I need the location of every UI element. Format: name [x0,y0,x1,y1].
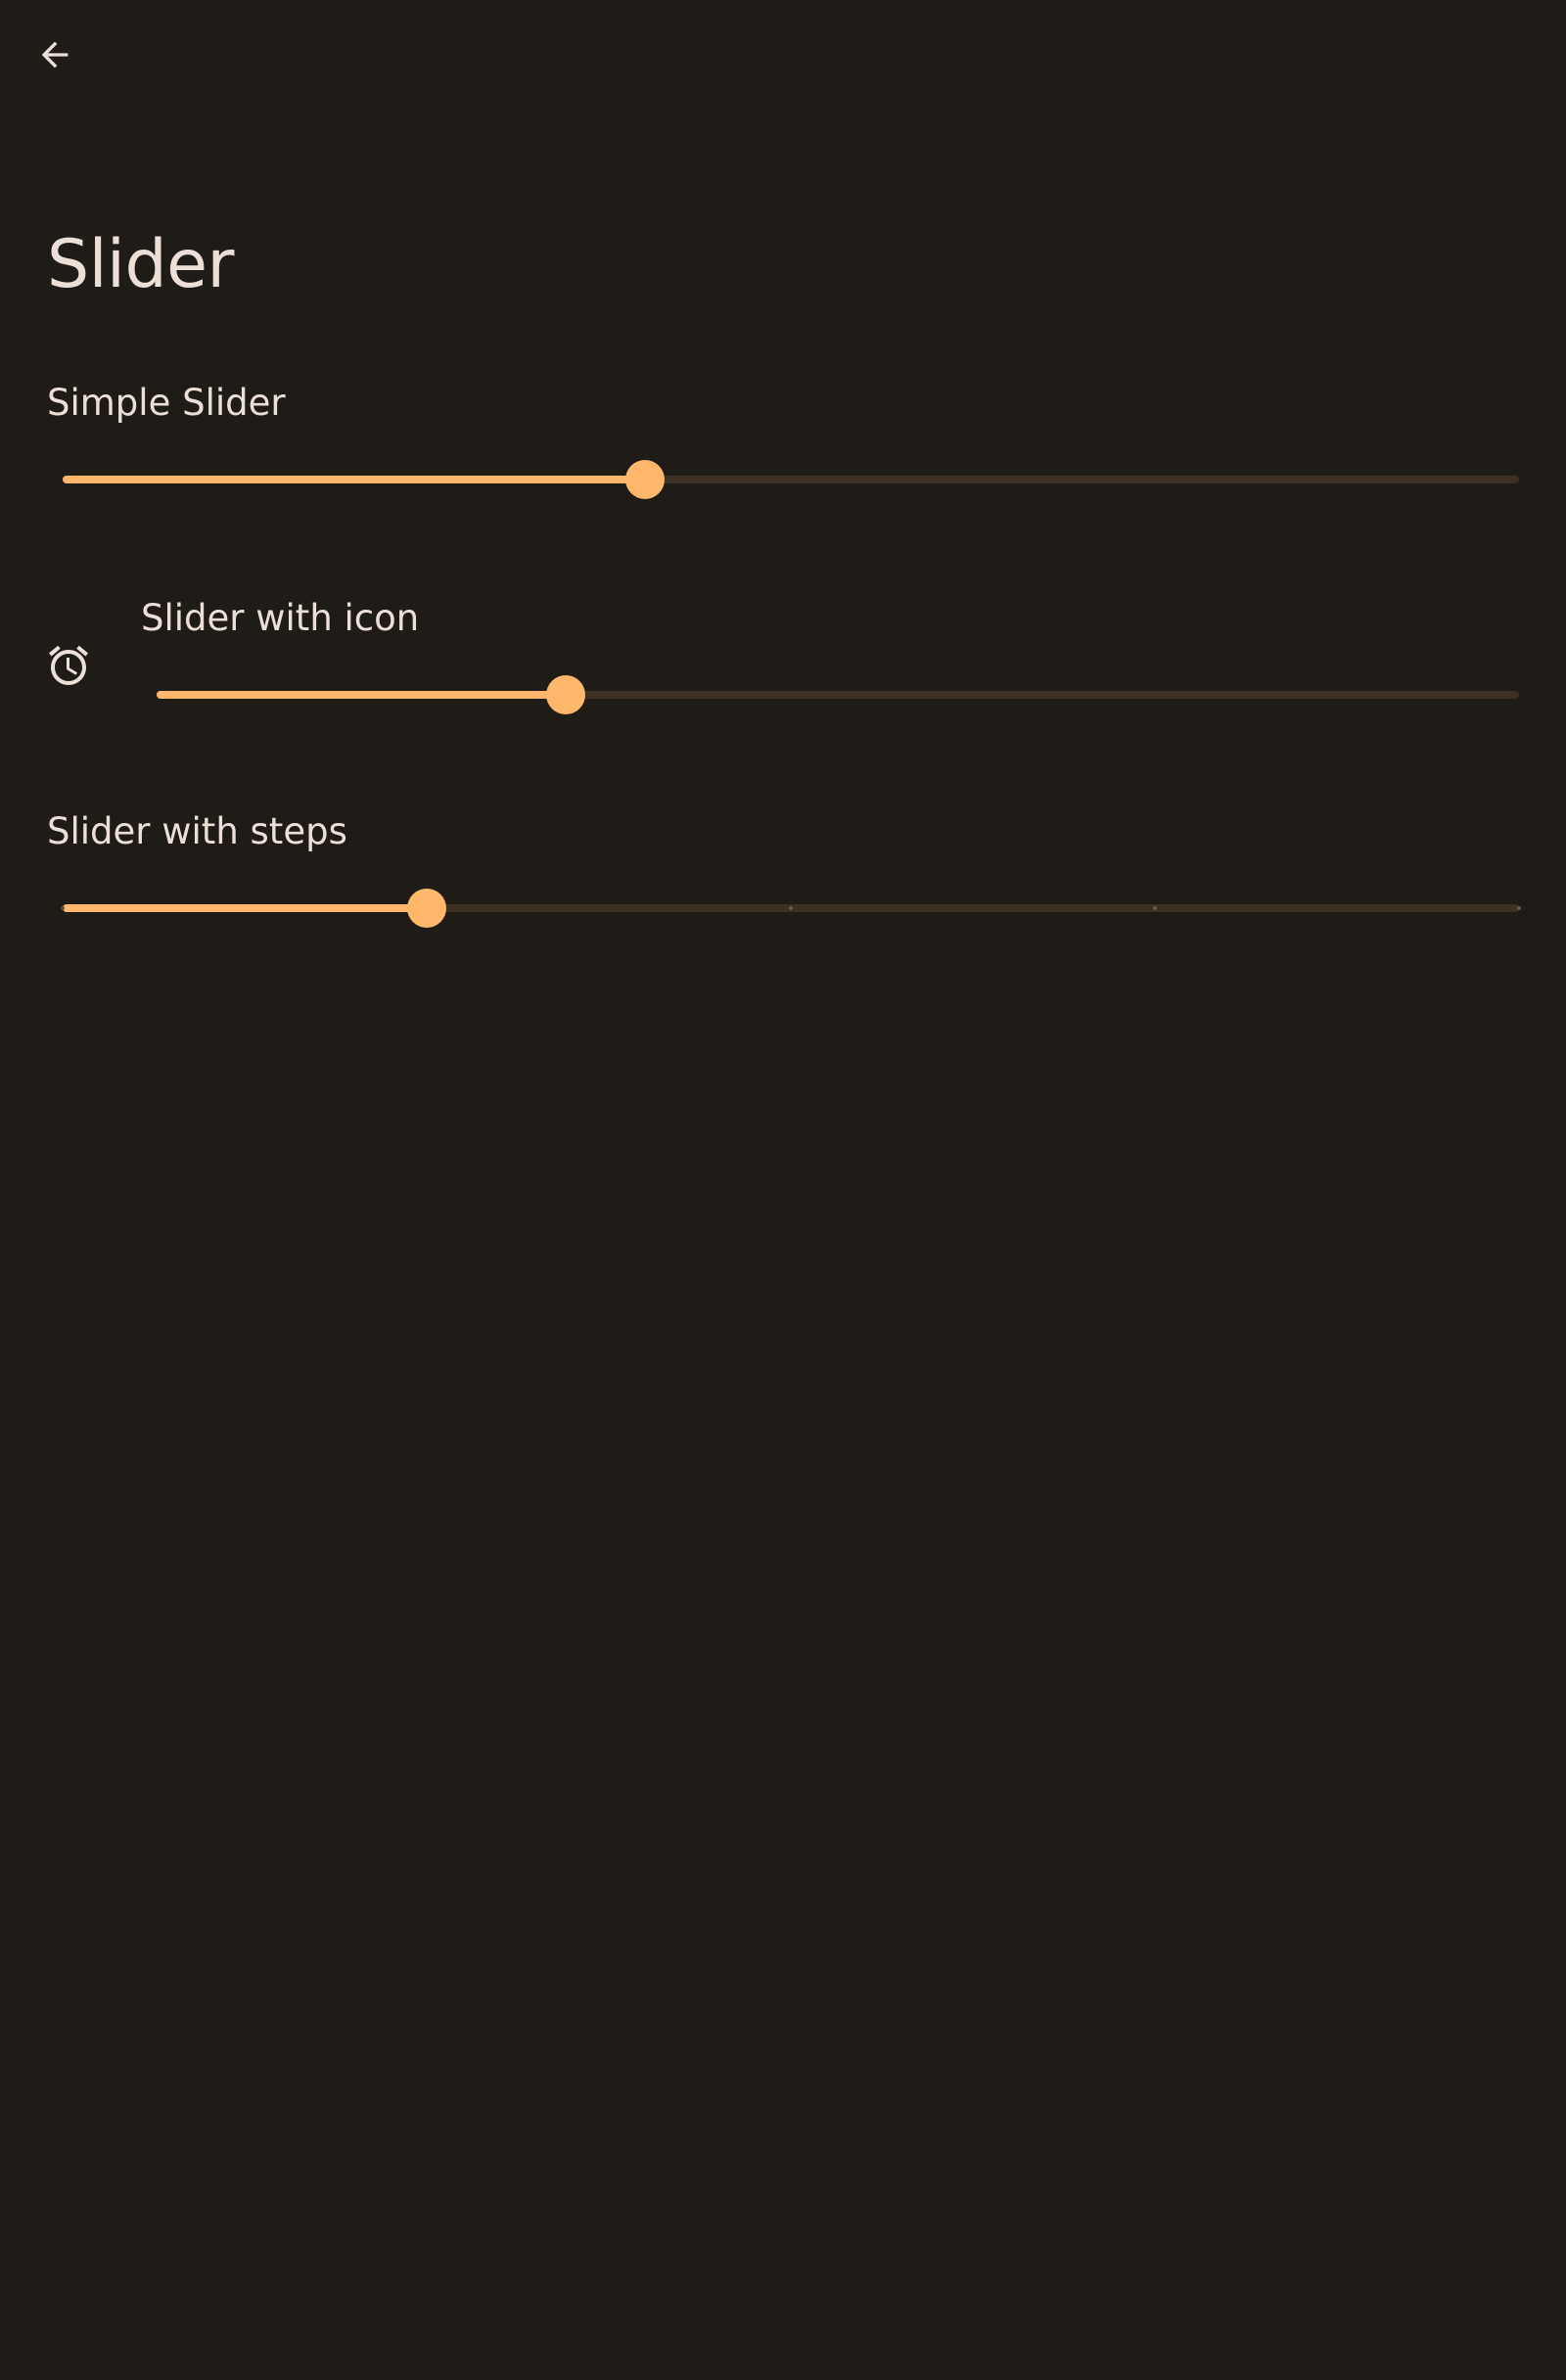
steps-slider[interactable] [61,885,1521,932]
simple-slider-label: Simple Slider [47,382,286,424]
slider-track-active [157,691,566,699]
alarm-clock-icon [49,645,88,685]
icon-slider-label: Slider with icon [141,597,420,639]
slider-track-active [63,904,427,912]
simple-slider[interactable] [63,456,1519,503]
steps-slider-label: Slider with steps [47,810,347,852]
icon-slider[interactable] [157,671,1519,718]
back-button[interactable] [23,23,86,86]
slider-step-tick [1153,906,1157,910]
slider-thumb[interactable] [625,460,666,499]
slider-step-tick [789,906,793,910]
arrow-back-icon [41,41,69,69]
slider-step-tick [61,906,65,910]
slider-thumb[interactable] [407,889,446,928]
slider-track-active [63,476,646,483]
page-title: Slider [47,226,234,303]
slider-thumb[interactable] [545,675,585,714]
slider-step-tick [1517,906,1521,910]
